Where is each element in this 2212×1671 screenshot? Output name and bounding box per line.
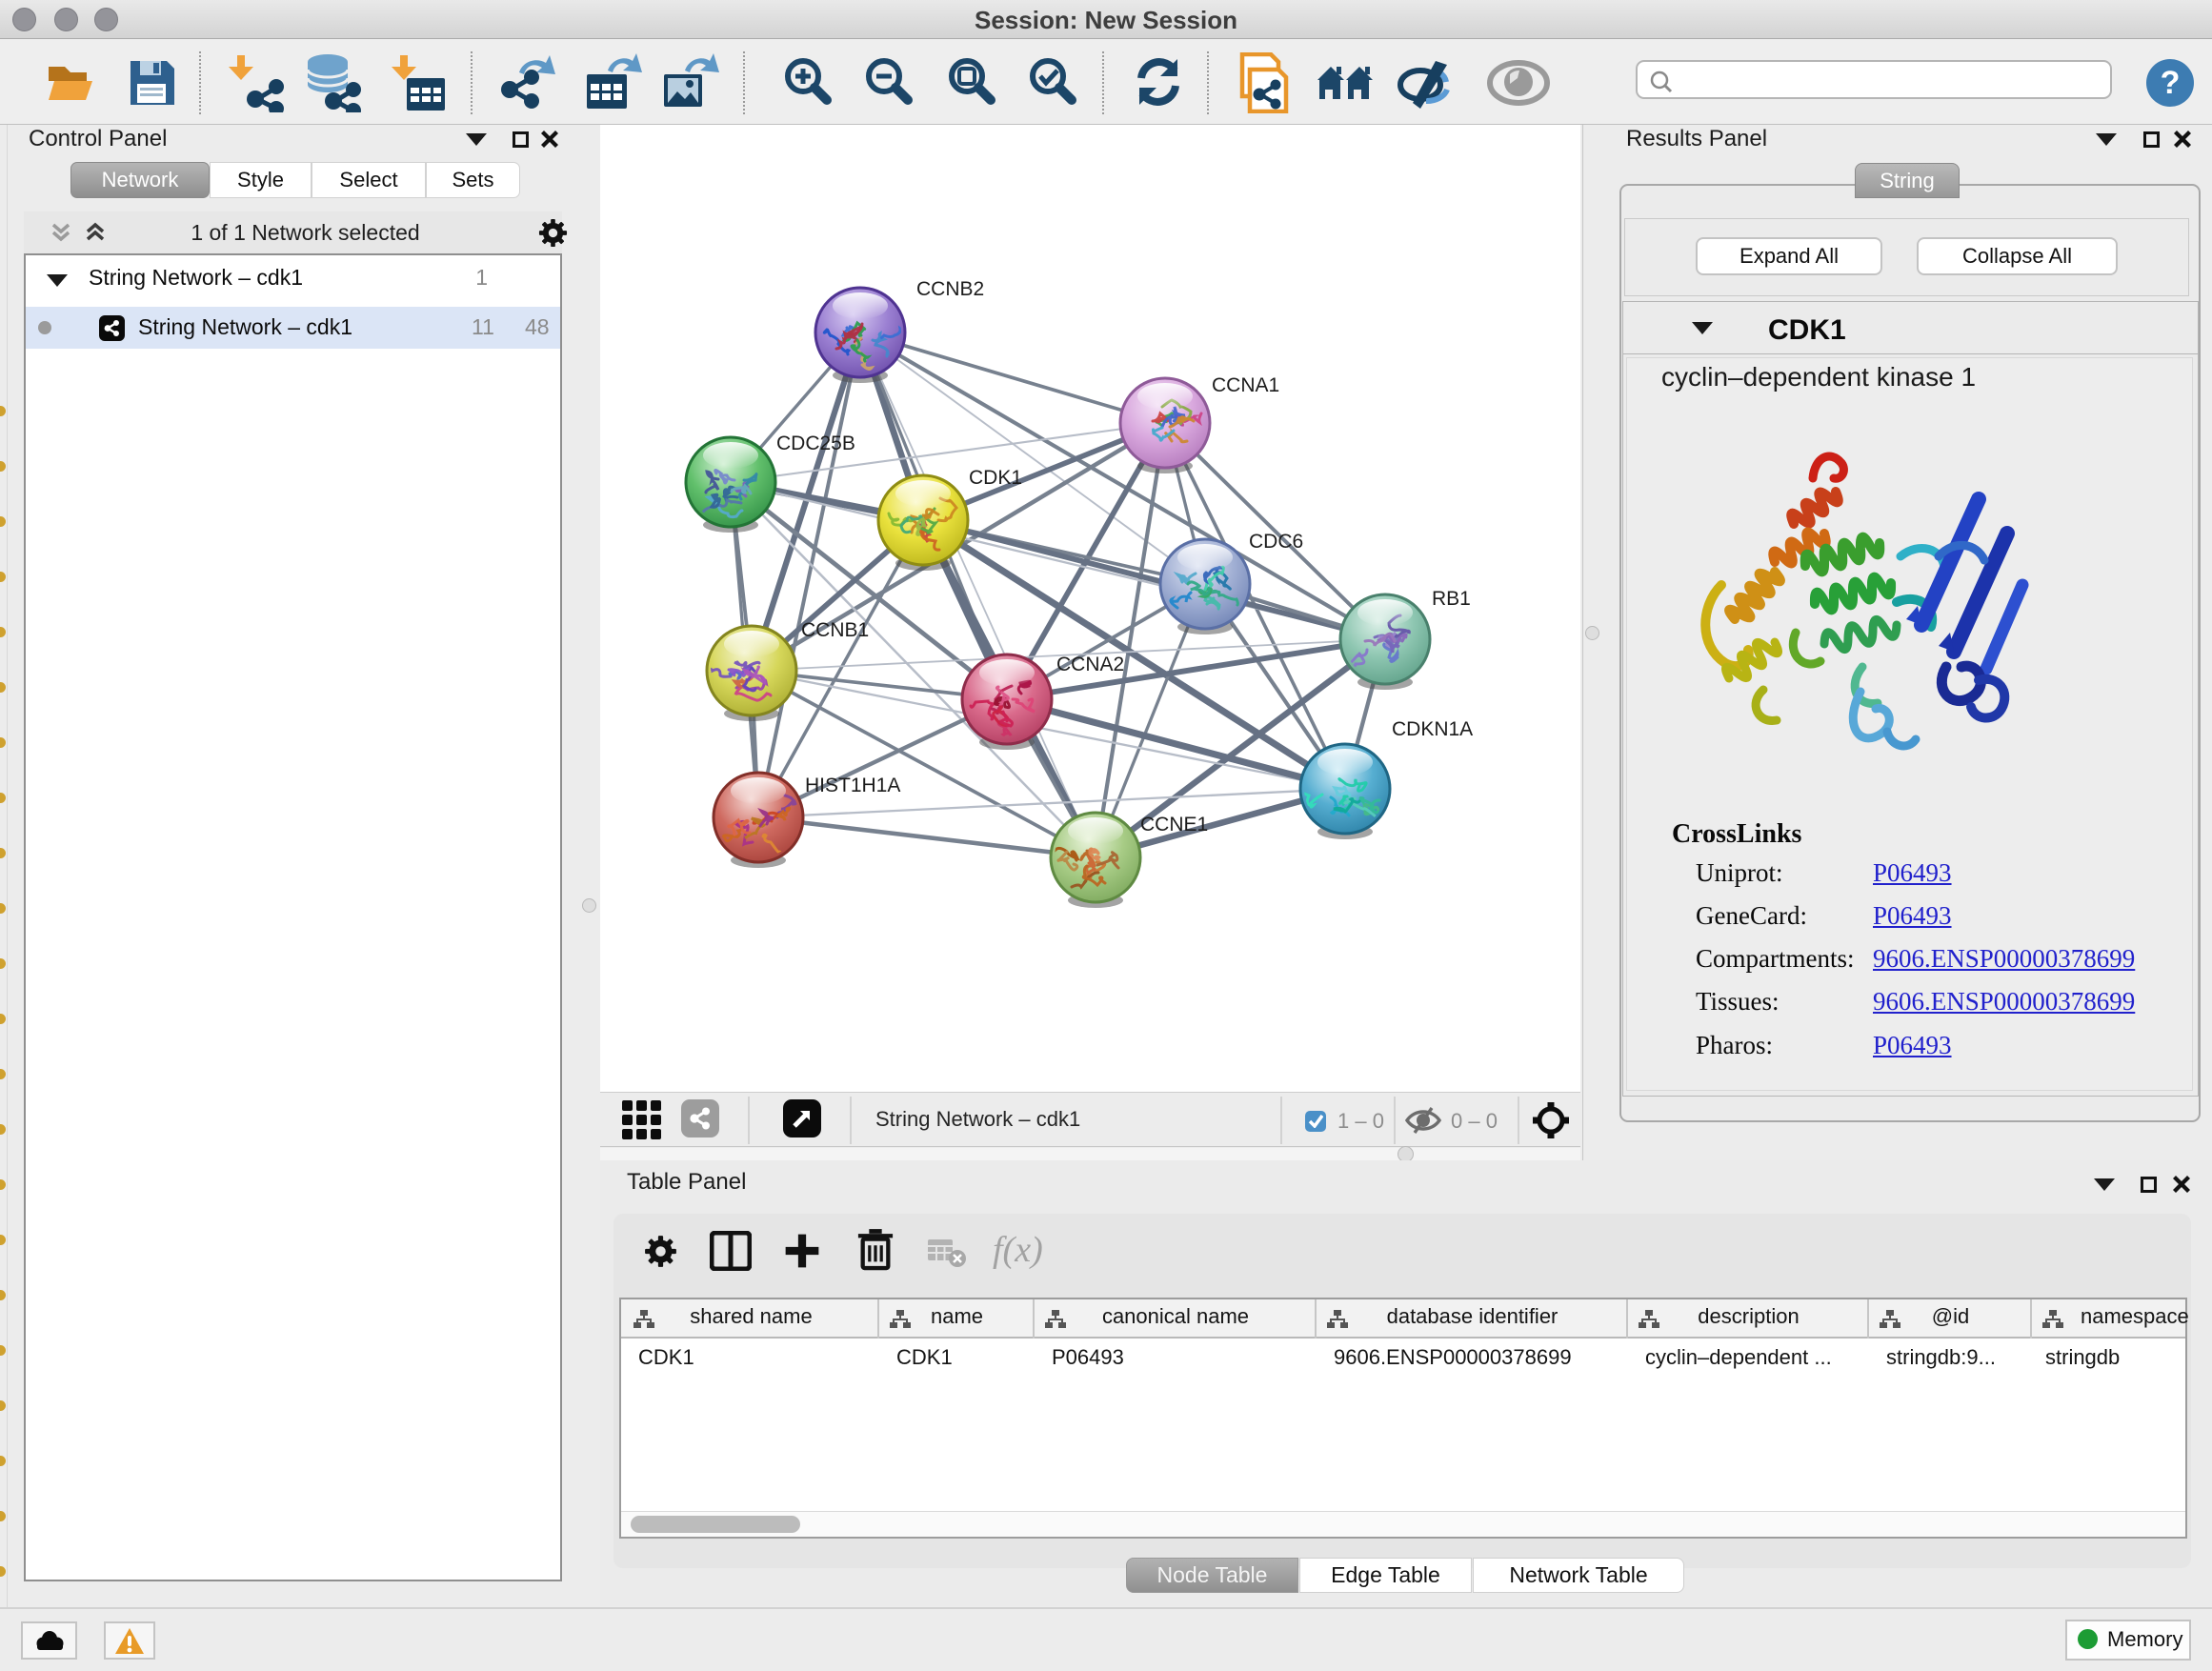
svg-text:CDKN1A: CDKN1A [1392, 718, 1473, 740]
svg-text:RB1: RB1 [1432, 588, 1471, 610]
svg-text:CDC6: CDC6 [1249, 531, 1303, 553]
svg-text:CCNA2: CCNA2 [1056, 654, 1124, 675]
svg-text:?: ? [2161, 65, 2181, 101]
svg-text:CDK1: CDK1 [969, 467, 1022, 489]
svg-text:CDC25B: CDC25B [776, 433, 855, 454]
svg-text:CCNB2: CCNB2 [916, 278, 984, 300]
svg-text:HIST1H1A: HIST1H1A [805, 775, 900, 796]
svg-text:CCNB1: CCNB1 [801, 619, 869, 641]
svg-text:CCNA1: CCNA1 [1212, 374, 1279, 396]
svg-text:CCNE1: CCNE1 [1140, 814, 1208, 836]
